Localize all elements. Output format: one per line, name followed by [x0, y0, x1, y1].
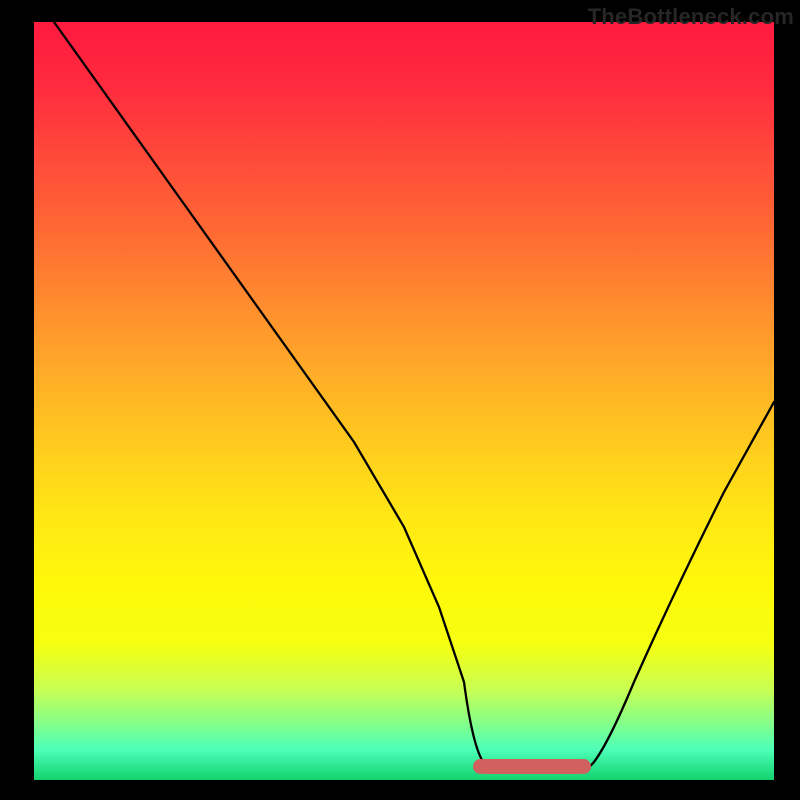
plot-area	[34, 22, 774, 780]
chart-stage: TheBottleneck.com	[0, 0, 800, 800]
watermark-label: TheBottleneck.com	[588, 4, 794, 30]
optimal-range-end-dot	[576, 759, 591, 774]
bottleneck-curve	[34, 22, 774, 780]
optimal-range-marker	[477, 759, 587, 774]
curve-path	[54, 22, 774, 772]
optimal-range-start-dot	[473, 759, 488, 774]
